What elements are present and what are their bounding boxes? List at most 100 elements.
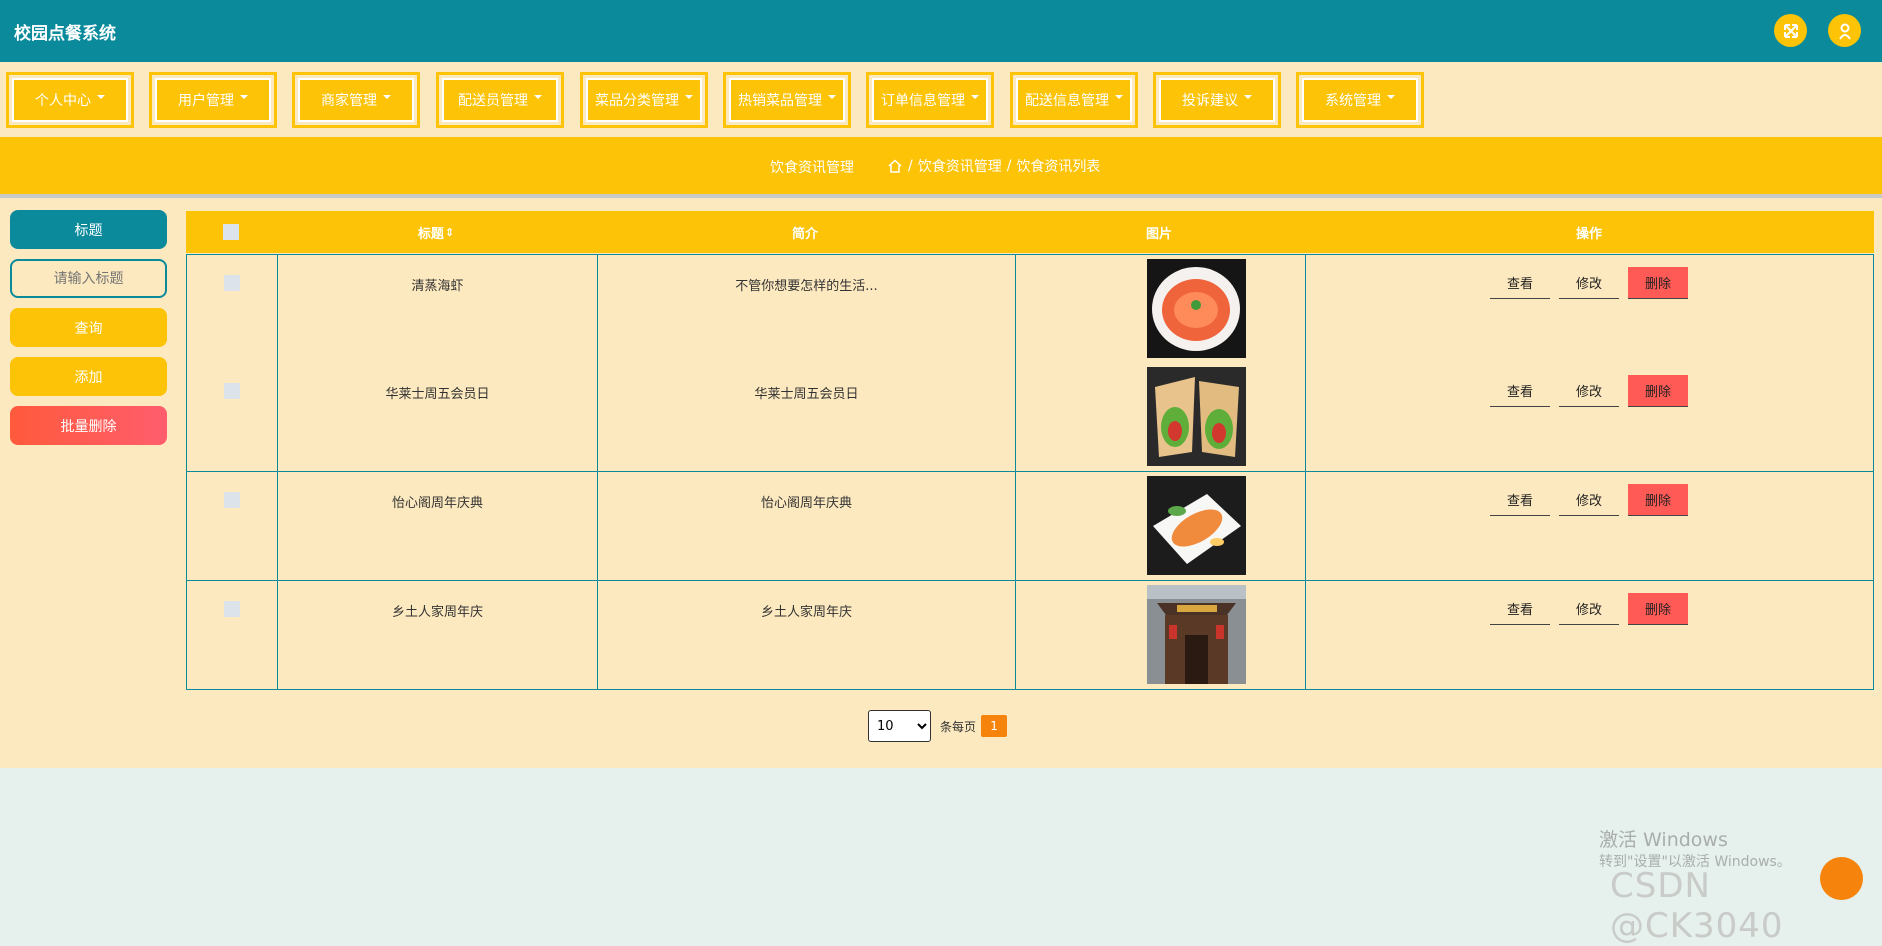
row-checkbox[interactable] — [224, 601, 240, 617]
caret-down-icon — [534, 95, 542, 99]
nav-item-dish-category-mgmt[interactable]: 菜品分类管理 — [580, 72, 708, 128]
select-all-checkbox[interactable] — [223, 224, 239, 240]
table-row: 清蒸海虾 不管你想要怎样的生活... 查看 修改 删除 — [186, 254, 1874, 364]
row-title: 清蒸海虾 — [411, 279, 464, 294]
nav-label: 配送信息管理 — [1025, 93, 1109, 109]
cell-actions: 查看 修改 删除 — [1305, 472, 1873, 580]
nav-label: 配送员管理 — [458, 93, 528, 109]
edit-button[interactable]: 修改 — [1559, 593, 1619, 625]
batch-delete-button[interactable]: 批量删除 — [10, 406, 167, 445]
cell-title: 乡土人家周年庆 — [277, 581, 597, 689]
table-row: 怡心阁周年庆典 怡心阁周年庆典 查看 修改 删除 — [186, 472, 1874, 581]
row-title: 华莱士周五会员日 — [385, 387, 490, 402]
caret-down-icon — [97, 95, 105, 99]
breadcrumb-separator: / — [908, 158, 913, 174]
cell-intro: 怡心阁周年庆典 — [597, 472, 1015, 580]
add-button[interactable]: 添加 — [10, 357, 167, 396]
delete-button[interactable]: 删除 — [1628, 267, 1688, 299]
sort-icon[interactable]: ⇕ — [445, 226, 454, 239]
delete-button[interactable]: 删除 — [1628, 375, 1688, 407]
row-checkbox[interactable] — [224, 383, 240, 399]
pagination: 10 条每页 1 — [868, 710, 1008, 742]
row-intro: 乡土人家周年庆 — [760, 605, 852, 620]
view-button[interactable]: 查看 — [1490, 593, 1550, 625]
nav-label: 热销菜品管理 — [738, 93, 822, 109]
nav-label: 订单信息管理 — [881, 93, 965, 109]
cell-title: 清蒸海虾 — [277, 255, 597, 363]
nav-item-merchant-mgmt[interactable]: 商家管理 — [292, 72, 420, 128]
edit-button[interactable]: 修改 — [1559, 267, 1619, 299]
page-title: 饮食资讯管理 — [770, 160, 854, 176]
cell-actions: 查看 修改 删除 — [1305, 363, 1873, 471]
column-header-intro: 简介 — [791, 226, 818, 242]
restaurant-front-image — [1147, 585, 1246, 684]
delete-button[interactable]: 删除 — [1628, 593, 1688, 625]
row-checkbox[interactable] — [224, 275, 240, 291]
caret-down-icon — [971, 95, 979, 99]
nav-item-delivery-mgmt[interactable]: 配送信息管理 — [1010, 72, 1138, 128]
breadcrumb-item-current: 饮食资讯列表 — [1016, 159, 1101, 175]
nav-label: 个人中心 — [35, 93, 91, 109]
breadcrumb-separator: / — [1006, 158, 1012, 174]
page-size-select[interactable]: 10 — [868, 710, 931, 742]
caret-down-icon — [1244, 95, 1252, 99]
column-header-title[interactable]: 标题 ⇕ — [276, 211, 596, 253]
column-header-image: 图片 — [1145, 226, 1172, 242]
caret-down-icon — [1387, 95, 1395, 99]
cell-image — [1015, 255, 1305, 363]
page-number-current[interactable]: 1 — [981, 715, 1008, 737]
column-header-actions: 操作 — [1575, 226, 1602, 242]
row-title: 乡土人家周年庆 — [391, 605, 483, 620]
delete-button[interactable]: 删除 — [1628, 484, 1688, 516]
main-nav: 个人中心 用户管理 商家管理 配送员管理 菜品分类管理 热销菜品管理 订单信息管… — [0, 62, 1882, 137]
nav-item-courier-mgmt[interactable]: 配送员管理 — [436, 72, 564, 128]
cell-title: 怡心阁周年庆典 — [277, 472, 597, 580]
cell-intro: 华莱士周五会员日 — [597, 363, 1015, 471]
cell-actions: 查看 修改 删除 — [1305, 255, 1873, 363]
windows-activation-title: 激活 Windows — [1599, 829, 1728, 851]
row-intro: 不管你想要怎样的生活... — [735, 279, 878, 294]
nav-item-complaints[interactable]: 投诉建议 — [1153, 72, 1281, 128]
nav-label: 菜品分类管理 — [595, 93, 679, 109]
row-checkbox[interactable] — [224, 492, 240, 508]
per-page-label: 条每页 — [940, 719, 977, 734]
expand-icon[interactable] — [1774, 14, 1807, 47]
header-select-all-cell — [186, 211, 276, 253]
view-button[interactable]: 查看 — [1490, 267, 1550, 299]
table-row: 华莱士周五会员日 华莱士周五会员日 查看 修改 删除 — [186, 363, 1874, 472]
caret-down-icon — [1115, 95, 1123, 99]
top-header: 校园点餐系统 — [0, 0, 1882, 62]
row-intro: 华莱士周五会员日 — [754, 387, 859, 402]
row-title: 怡心阁周年庆典 — [391, 496, 483, 511]
nav-item-hot-dish-mgmt[interactable]: 热销菜品管理 — [723, 72, 851, 128]
cell-image — [1015, 363, 1305, 471]
csdn-watermark: CSDN @CK3040 — [1610, 866, 1784, 946]
title-search-input[interactable] — [10, 259, 167, 298]
table-header: 标题 ⇕ 简介 图片 操作 — [186, 211, 1874, 253]
breadcrumb-item[interactable]: 饮食资讯管理 — [918, 156, 1002, 176]
cell-intro: 乡土人家周年庆 — [597, 581, 1015, 689]
nav-item-user-mgmt[interactable]: 用户管理 — [149, 72, 277, 128]
breadcrumb: / 饮食资讯管理 / 饮食资讯列表 — [888, 156, 1105, 176]
cell-title: 华莱士周五会员日 — [277, 363, 597, 471]
edit-button[interactable]: 修改 — [1559, 375, 1619, 407]
nav-item-personal-center[interactable]: 个人中心 — [6, 72, 134, 128]
home-icon[interactable] — [888, 159, 902, 173]
edit-button[interactable]: 修改 — [1559, 484, 1619, 516]
query-button[interactable]: 查询 — [10, 308, 167, 347]
nav-item-order-mgmt[interactable]: 订单信息管理 — [866, 72, 994, 128]
wrap-dish-image — [1147, 367, 1246, 466]
view-button[interactable]: 查看 — [1490, 375, 1550, 407]
view-button[interactable]: 查看 — [1490, 484, 1550, 516]
cell-image — [1015, 472, 1305, 580]
cell-actions: 查看 修改 删除 — [1305, 581, 1873, 689]
nav-item-system-mgmt[interactable]: 系统管理 — [1296, 72, 1424, 128]
nav-label: 用户管理 — [178, 93, 234, 109]
caret-down-icon — [828, 95, 836, 99]
column-title-label: 标题 — [417, 226, 444, 242]
user-icon[interactable] — [1828, 14, 1861, 47]
cell-intro: 不管你想要怎样的生活... — [597, 255, 1015, 363]
caret-down-icon — [383, 95, 391, 99]
nav-label: 商家管理 — [321, 93, 377, 109]
row-intro: 怡心阁周年庆典 — [760, 496, 852, 511]
